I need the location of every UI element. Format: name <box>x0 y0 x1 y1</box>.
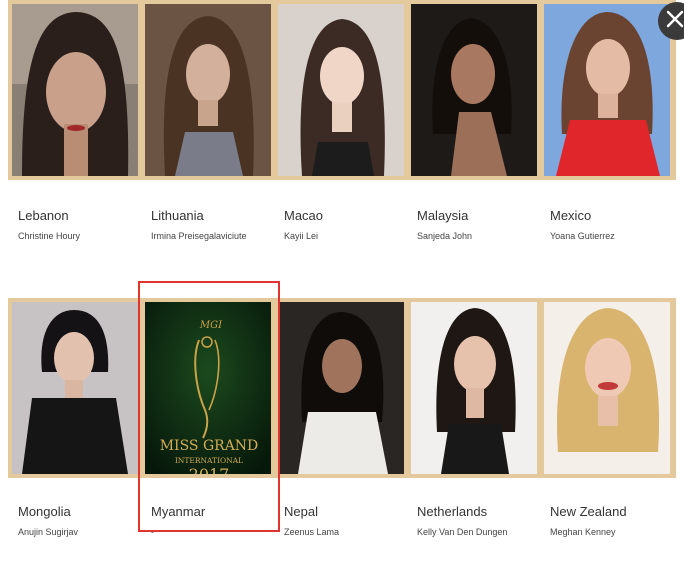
logo-line1: MISS GRAND <box>160 438 259 454</box>
contestant-photo-lithuania[interactable] <box>145 4 271 176</box>
country-label: Nepal <box>284 504 318 519</box>
country-label: Lebanon <box>18 208 69 223</box>
country-label: Macao <box>284 208 324 223</box>
contestant-photo-nepal[interactable] <box>278 302 404 474</box>
contestant-name: Yoana Gutierrez <box>550 231 615 241</box>
contestant-photo-netherlands[interactable] <box>411 302 537 474</box>
country-label: Netherlands <box>417 504 488 519</box>
contestant-name: Kelly Van Den Dungen <box>417 527 508 537</box>
logo-badge: MGI <box>199 320 223 331</box>
country-label: Malaysia <box>417 208 469 223</box>
country-label: New Zealand <box>550 504 627 519</box>
country-label: Mongolia <box>18 504 71 519</box>
contestant-name: Kayii Lei <box>284 231 319 241</box>
contestant-name: Christine Houry <box>18 231 81 241</box>
contestant-photo-lebanon[interactable] <box>12 4 138 176</box>
contestant-photo-mongolia[interactable] <box>12 302 138 474</box>
contestant-photo-macao[interactable] <box>278 4 404 176</box>
contestant-name: Zeenus Lama <box>284 527 340 537</box>
contestant-photo-mexico[interactable] <box>544 4 670 176</box>
contestant-name: Irmina Preisegalaviciute <box>151 231 247 241</box>
contestant-name: Meghan Kenney <box>550 527 616 537</box>
contestant-photo-new-zealand[interactable] <box>544 302 670 474</box>
country-label: Mexico <box>550 208 592 223</box>
contestant-name: - <box>151 527 154 537</box>
contestant-photo-malaysia[interactable] <box>411 4 537 176</box>
contestant-name: Sanjeda John <box>417 231 473 241</box>
miss-grand-logo-placeholder[interactable]: MGI MISS GRAND INTERNATIONAL 2017 <box>145 302 271 474</box>
logo-year: 2017 <box>189 465 230 474</box>
country-label: Myanmar <box>151 504 206 519</box>
country-label: Lithuania <box>151 208 204 223</box>
contestant-name: Anujin Sugirjav <box>18 527 79 537</box>
logo-line2: INTERNATIONAL <box>175 456 243 465</box>
close-icon <box>666 10 684 28</box>
